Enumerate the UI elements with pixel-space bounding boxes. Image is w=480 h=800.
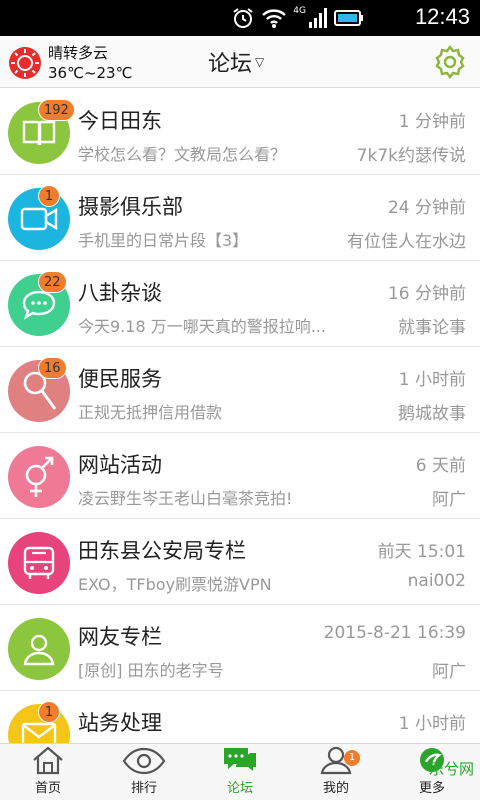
bottom-tab-bar: 首页 排行 论坛 1 我的 更多	[0, 743, 480, 800]
status-icons: 4G	[231, 6, 364, 30]
tab-label: 更多	[418, 781, 445, 796]
forum-list[interactable]: 192 今日田东 1 分钟前 学校怎么看？文教局怎么看？ 7k7k约瑟传说 1 …	[0, 89, 480, 743]
gender-icon	[25, 456, 54, 497]
forum-selector[interactable]: 论坛 ▽	[208, 46, 264, 78]
forum-time: 16 分钟前	[387, 284, 466, 304]
forum-title: 网友专栏	[78, 625, 162, 649]
forum-time: 2015-8-21 16:39	[323, 623, 466, 643]
wifi-icon	[262, 9, 287, 28]
signal-icon	[309, 8, 327, 28]
tab-profile[interactable]: 1 我的	[288, 744, 384, 800]
unread-badge: 1	[38, 701, 60, 723]
forum-title: 田东县公安局专栏	[78, 539, 246, 563]
status-time: 12:43	[414, 4, 470, 29]
forum-time: 前天 15:01	[377, 542, 466, 562]
gear-icon[interactable]	[432, 44, 468, 80]
forum-author: 阿广	[432, 662, 466, 682]
envelope-icon	[21, 722, 57, 743]
forum-item[interactable]: 1 站务处理 1 小时前	[0, 691, 480, 743]
unread-badge: 192	[38, 99, 75, 121]
forum-preview: 手机里的日常片段【3】	[78, 231, 249, 250]
forum-item[interactable]: 网站活动 6 天前 凌云野生岑王老山白毫茶竞拍! 阿广	[0, 433, 480, 519]
app-header: 晴转多云 36℃~23℃ 论坛 ▽	[0, 36, 480, 88]
forum-time: 1 小时前	[398, 370, 466, 390]
status-bar: 4G 12:43	[0, 0, 480, 36]
forum-title: 八卦杂谈	[78, 281, 162, 305]
forum-avatar	[8, 618, 70, 680]
network-type: 4G	[293, 6, 306, 16]
forum-author: nai002	[407, 571, 466, 591]
forum-time: 24 分钟前	[387, 198, 466, 218]
forum-item[interactable]: 16 便民服务 1 小时前 正规无抵押信用借款 鹅城故事	[0, 347, 480, 433]
watermark-text: 乐兮网	[428, 760, 474, 778]
forum-item[interactable]: 1 摄影俱乐部 24 分钟前 手机里的日常片段【3】 有位佳人在水边	[0, 175, 480, 261]
forum-author: 鹅城故事	[398, 404, 466, 424]
forum-avatar	[8, 532, 70, 594]
forum-preview: 学校怎么看？文教局怎么看？	[78, 145, 287, 164]
forum-title: 站务处理	[78, 711, 162, 735]
eye-icon	[122, 747, 166, 775]
tab-forum[interactable]: 论坛	[192, 744, 288, 800]
dropdown-triangle-icon: ▽	[255, 55, 265, 69]
forum-preview: 今天9.18 万一哪天真的警报拉响...	[78, 317, 326, 336]
forum-preview: 凌云野生岑王老山白毫茶竞拍!	[78, 489, 293, 508]
forum-preview: [原创] 田东的老字号	[78, 661, 224, 680]
tab-label: 排行	[130, 781, 157, 796]
book-icon	[22, 120, 56, 146]
sun-icon	[9, 47, 41, 79]
forum-item[interactable]: 田东县公安局专栏 前天 15:01 EXO，TFboy刷票悦游VPN nai00…	[0, 519, 480, 605]
unread-badge: 16	[38, 357, 67, 379]
page-title: 论坛	[208, 52, 253, 77]
forum-time: 6 天前	[415, 456, 466, 476]
profile-badge: 1	[344, 750, 360, 766]
tab-label: 首页	[34, 781, 61, 796]
video-camera-icon	[20, 207, 58, 231]
tab-ranking[interactable]: 排行	[96, 744, 192, 800]
bus-icon	[23, 546, 55, 579]
forum-icon	[224, 748, 256, 771]
weather-condition: 晴转多云	[48, 44, 109, 62]
forum-item[interactable]: 192 今日田东 1 分钟前 学校怎么看？文教局怎么看？ 7k7k约瑟传说	[0, 89, 480, 175]
forum-time: 1 分钟前	[398, 112, 466, 132]
watermark-logo: 乐兮网	[429, 758, 474, 779]
forum-title: 网站活动	[78, 453, 162, 477]
forum-time: 1 小时前	[398, 714, 466, 734]
forum-item[interactable]: 网友专栏 2015-8-21 16:39 [原创] 田东的老字号 阿广	[0, 605, 480, 691]
alarm-icon	[233, 8, 253, 28]
chat-bubble-icon	[22, 290, 56, 320]
battery-icon	[334, 10, 363, 26]
forum-author: 有位佳人在水边	[347, 232, 466, 252]
tab-home[interactable]: 首页	[0, 744, 96, 800]
forum-avatar	[8, 446, 70, 508]
unread-badge: 1	[38, 185, 60, 207]
forum-author: 就事论事	[398, 318, 466, 338]
tab-label: 我的	[322, 781, 349, 796]
weather-temperature: 36℃~23℃	[48, 64, 133, 82]
forum-author: 阿广	[432, 490, 466, 510]
weather-widget[interactable]: 晴转多云 36℃~23℃	[8, 40, 132, 86]
tab-label: 论坛	[226, 781, 253, 796]
forum-title: 摄影俱乐部	[78, 195, 183, 219]
user-icon	[23, 634, 55, 666]
forum-preview: 正规无抵押信用借款	[78, 403, 223, 422]
unread-badge: 22	[38, 271, 67, 293]
forum-item[interactable]: 22 八卦杂谈 16 分钟前 今天9.18 万一哪天真的警报拉响... 就事论事	[0, 261, 480, 347]
home-icon	[33, 746, 63, 775]
forum-title: 便民服务	[78, 367, 162, 391]
forum-preview: EXO，TFboy刷票悦游VPN	[78, 575, 272, 594]
forum-author: 7k7k约瑟传说	[356, 146, 466, 166]
forum-title: 今日田东	[78, 109, 162, 133]
